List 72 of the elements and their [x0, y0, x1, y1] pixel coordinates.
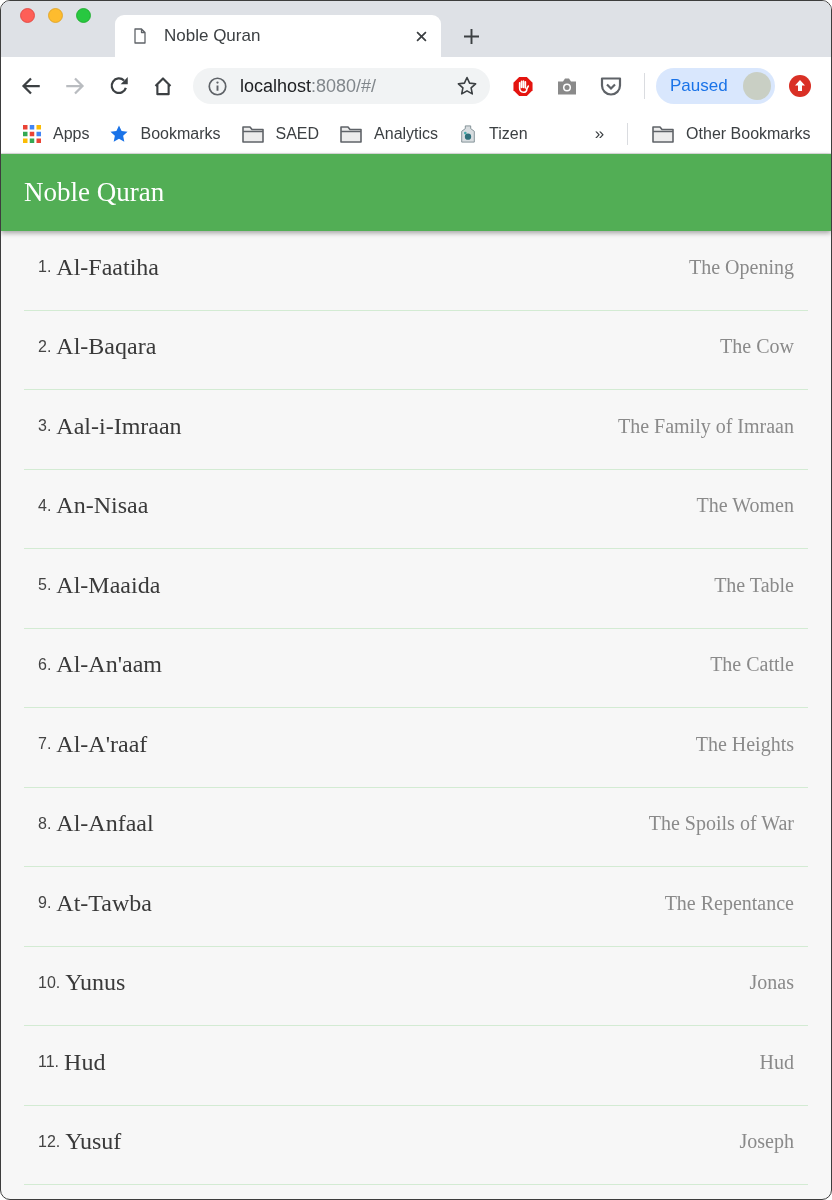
surah-name: Al-Anfaal	[56, 810, 154, 838]
app-icon	[459, 125, 478, 143]
info-icon	[208, 76, 227, 96]
surah-number: 12.	[38, 1132, 61, 1151]
surah-name: Yunus	[65, 969, 126, 997]
surah-translation: The Repentance	[664, 891, 794, 915]
surah-number: 6.	[38, 655, 52, 674]
profile-button[interactable]: Paused	[656, 68, 775, 104]
surah-number: 4.	[38, 496, 52, 515]
plus-icon[interactable]	[464, 29, 479, 44]
surah-translation: The Family of Imraan	[617, 414, 794, 438]
surah-number: 9.	[38, 894, 52, 913]
bookmarks-overflow-button[interactable]: »	[584, 120, 615, 148]
address-field[interactable]: localhost:8080/#/	[193, 68, 490, 104]
home-button[interactable]	[153, 76, 173, 96]
surah-name: An-Nisaa	[56, 492, 149, 520]
forward-arrow-icon	[65, 76, 85, 96]
surah-translation: The Cattle	[710, 653, 794, 677]
bookmark-item[interactable]: Tizen	[449, 120, 538, 148]
home-icon	[153, 76, 173, 96]
surah-number: 8.	[38, 814, 52, 833]
app-title: Noble Quran	[24, 177, 165, 208]
surah-translation: The Table	[714, 573, 794, 597]
reload-button[interactable]	[109, 76, 129, 96]
surah-name: Aal-i-Imraan	[56, 412, 182, 440]
stop-hand-icon[interactable]	[512, 75, 534, 97]
surah-translation: Jonas	[749, 971, 794, 995]
surah-name: Hud	[64, 1048, 106, 1076]
surah-name: Al-Maaida	[56, 571, 161, 599]
apps-grid-icon	[23, 125, 41, 143]
surah-number: 5.	[38, 576, 52, 595]
close-icon[interactable]	[416, 30, 427, 42]
back-button[interactable]	[21, 76, 41, 96]
star-icon	[110, 125, 129, 143]
surah-number: 2.	[38, 337, 52, 356]
bookmark-item[interactable]: SAED	[231, 120, 330, 148]
surah-number: 3.	[38, 417, 52, 436]
shield-chevron-icon[interactable]	[600, 75, 622, 97]
bookmark-item[interactable]: Analytics	[330, 120, 449, 148]
surah-translation: The Heights	[695, 732, 794, 756]
other-bookmarks-item[interactable]: Other Bookmarks	[642, 120, 821, 148]
surah-translation: The Spoils of War	[648, 812, 794, 836]
folder-icon	[652, 125, 675, 143]
avatar-placeholder	[743, 72, 771, 100]
surah-translation: The Opening	[689, 255, 794, 279]
surah-translation: The Women	[696, 494, 794, 518]
browser-tab[interactable]: Noble Quran	[115, 15, 441, 57]
surah-name: At-Tawba	[56, 889, 152, 917]
surah-translation: Hud	[759, 1050, 794, 1074]
surah-name: Al-An'aam	[56, 651, 162, 679]
folder-icon	[241, 125, 264, 143]
surah-name: Yusuf	[65, 1128, 122, 1156]
surah-name: Al-Baqara	[56, 333, 157, 361]
window-close-icon[interactable]	[20, 7, 35, 23]
surah-translation: The Cow	[720, 335, 794, 359]
star-outline-icon[interactable]	[457, 76, 477, 96]
surah-number: 1.	[38, 258, 52, 277]
tab-title: Noble Quran	[164, 26, 262, 46]
url-text: localhost:8080/#/	[240, 75, 378, 97]
back-arrow-icon	[21, 76, 41, 96]
document-icon	[134, 28, 146, 44]
surah-translation: Joseph	[739, 1130, 794, 1154]
surah-number: 10.	[38, 973, 61, 992]
reload-icon	[109, 76, 129, 96]
surah-number: 11.	[38, 1053, 60, 1072]
folder-icon	[340, 125, 363, 143]
bookmark-item[interactable]: Apps	[13, 120, 100, 148]
bookmark-item[interactable]: Bookmarks	[100, 120, 231, 148]
surah-number: 7.	[38, 735, 52, 754]
surah-name: Al-Faatiha	[56, 253, 159, 281]
surah-name: Al-A'raaf	[56, 730, 148, 758]
up-arrow-circle-icon[interactable]	[789, 75, 811, 97]
